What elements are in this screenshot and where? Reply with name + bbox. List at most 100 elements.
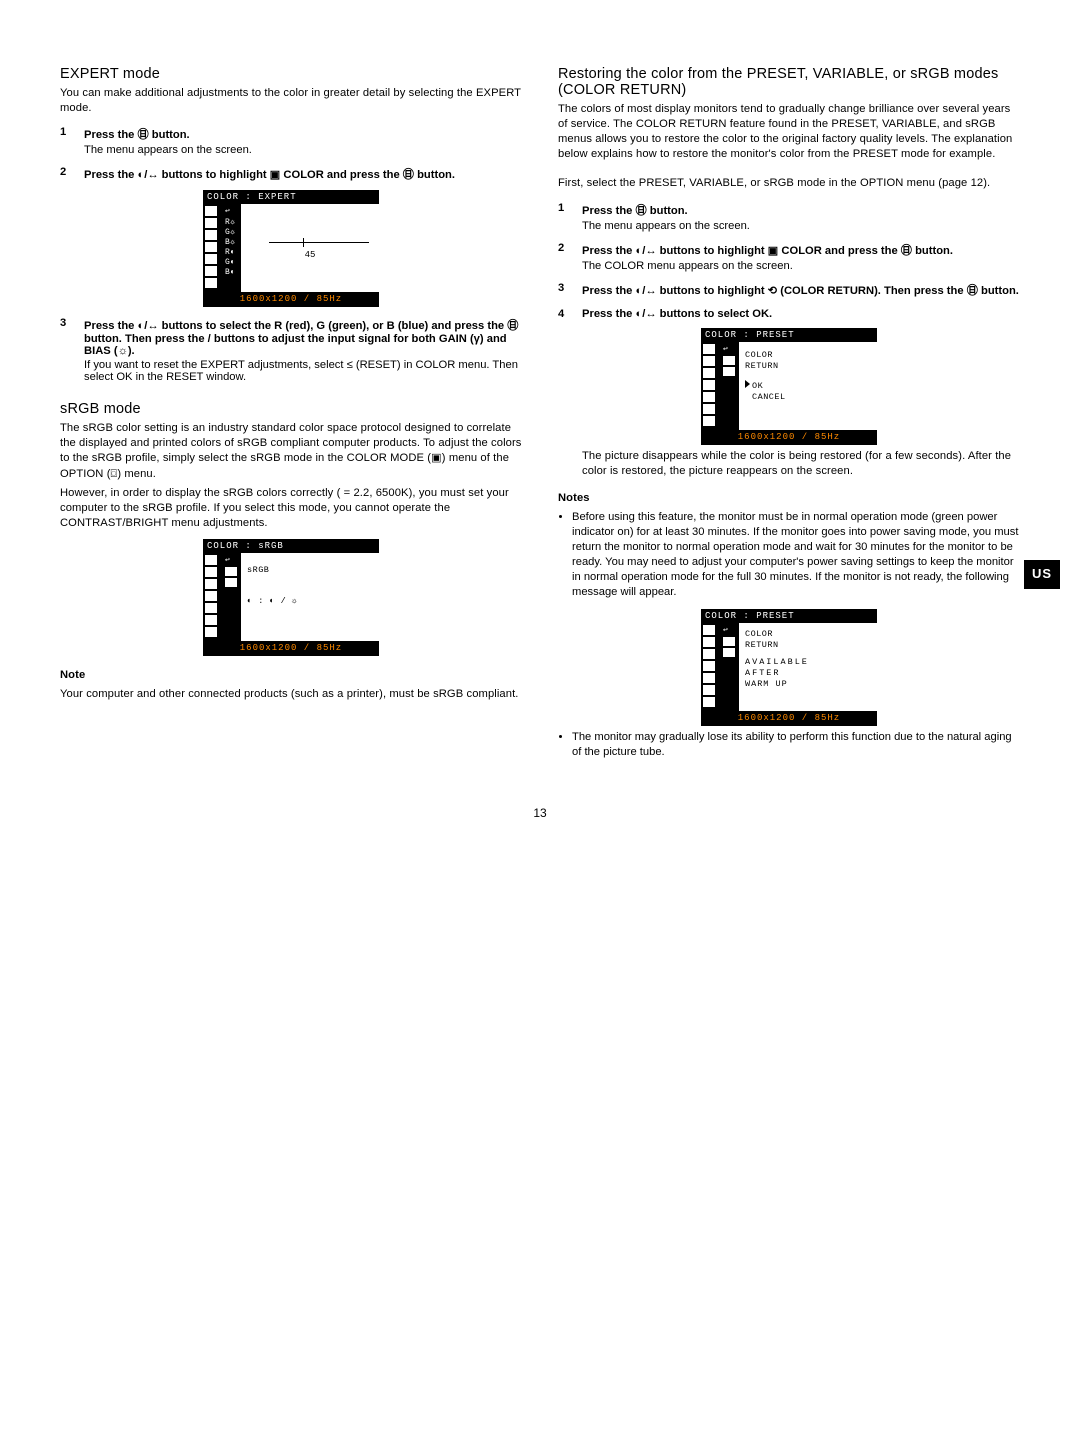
osd-line: COLOR: [745, 350, 871, 361]
step-text: Press the ◐/↔ buttons to highlight ▣ COL…: [84, 169, 455, 181]
menu-icon: [703, 380, 715, 390]
menu-inner-icon: [723, 637, 735, 646]
osd-sidebar: [203, 204, 223, 292]
step-text: Press the ◐/↔ buttons to highlight ⟲ (CO…: [582, 285, 1019, 297]
expert-step-2: 2 Press the ◐/↔ buttons to highlight ▣ C…: [60, 166, 522, 182]
restore-step-2: 2 Press the ◐/↔ buttons to highlight ▣ C…: [558, 242, 1020, 272]
osd-title: COLOR : sRGB: [203, 539, 379, 553]
menu-icon: [205, 242, 217, 252]
osd-ok: OK: [752, 381, 763, 391]
menu-icon: [703, 649, 715, 659]
menu-icon: [703, 404, 715, 414]
note-item: Before using this feature, the monitor m…: [572, 510, 1020, 601]
osd-slider: [269, 242, 369, 243]
step-text: Press the ◐/↔ buttons to select OK.: [582, 308, 772, 320]
note-heading: Note: [60, 668, 522, 683]
restore-title: Restoring the color from the PRESET, VAR…: [558, 66, 1020, 98]
menu-icon: [205, 206, 217, 216]
menu-icon: [205, 278, 217, 288]
osd-line: RETURN: [745, 640, 871, 651]
osd-footer: 1600x1200 / 85Hz: [203, 641, 379, 656]
osd-main-area: COLOR RETURN OK CANCEL: [739, 342, 877, 430]
menu-icon: [703, 685, 715, 695]
osd-srgb-label: sRGB: [247, 565, 373, 576]
menu-icon: [205, 266, 217, 276]
menu-inner-icon: [225, 578, 237, 587]
step-subtext: The COLOR menu appears on the screen.: [582, 260, 1020, 272]
osd-main-area: sRGB ◐ : ◐ / ☼: [241, 553, 379, 641]
menu-inner-icon: [723, 367, 735, 376]
osd-title: COLOR : PRESET: [701, 328, 877, 342]
caret-icon: [745, 380, 750, 388]
srgb-p1: The sRGB color setting is an industry st…: [60, 421, 522, 481]
step-text: Press the ◐/↔ buttons to select the R (r…: [84, 320, 518, 357]
osd-line: AFTER: [745, 668, 871, 679]
osd-expert: COLOR : EXPERT ↩ R☼ G☼ B☼ R◐ G◐ B◐: [203, 190, 379, 307]
osd-footer: 1600x1200 / 85Hz: [203, 292, 379, 307]
menu-icon: [703, 637, 715, 647]
osd-line: RETURN: [745, 361, 871, 372]
menu-icon: [703, 368, 715, 378]
osd-footer: 1600x1200 / 85Hz: [701, 430, 877, 445]
osd-preset-warmup: COLOR : PRESET ↩: [701, 609, 877, 726]
menu-inner-icon: [225, 567, 237, 576]
step-text: Press the ㊐ button.: [84, 129, 190, 141]
menu-icon: [205, 615, 217, 625]
notes-heading: Notes: [558, 491, 1020, 506]
menu-inner-icon: [723, 356, 735, 365]
menu-icon: [703, 673, 715, 683]
osd-sidebar: [701, 342, 721, 430]
restore-step-3: 3 Press the ◐/↔ buttons to highlight ⟲ (…: [558, 282, 1020, 298]
restore-step-1: 1 Press the ㊐ button. The menu appears o…: [558, 202, 1020, 232]
osd-footer: 1600x1200 / 85Hz: [701, 711, 877, 726]
osd-inner-sidebar: ↩ R☼ G☼ B☼ R◐ G◐ B◐: [223, 204, 241, 292]
step-text: Press the ㊐ button.: [582, 205, 688, 217]
osd-main-area: COLOR RETURN AVAILABLE AFTER WARM UP: [739, 623, 877, 711]
step-number: 1: [60, 126, 74, 156]
step-number: 4: [558, 308, 572, 320]
menu-icon: [703, 344, 715, 354]
osd-line: AVAILABLE: [745, 657, 871, 668]
menu-icon: [205, 603, 217, 613]
osd-preset-ok: COLOR : PRESET ↩: [701, 328, 877, 445]
restore-after-osd: The picture disappears while the color i…: [558, 449, 1020, 479]
osd-bottom-row: ◐ : ◐ / ☼: [247, 596, 373, 607]
menu-icon: [205, 591, 217, 601]
osd-inner-sidebar: ↩: [223, 553, 241, 641]
menu-icon: [205, 579, 217, 589]
step-number: 2: [558, 242, 572, 272]
menu-icon: [703, 356, 715, 366]
menu-icon: [205, 218, 217, 228]
menu-icon: [703, 416, 715, 426]
osd-line: WARM UP: [745, 679, 871, 690]
step-number: 1: [558, 202, 572, 232]
osd-slider-value: 45: [241, 250, 379, 260]
restore-step-4: 4 Press the ◐/↔ buttons to select OK.: [558, 308, 1020, 320]
expert-step-1: 1 Press the ㊐ button. The menu appears o…: [60, 126, 522, 156]
srgb-p2: However, in order to display the sRGB co…: [60, 486, 522, 531]
note-body: Your computer and other connected produc…: [60, 687, 522, 702]
menu-icon: [205, 627, 217, 637]
osd-channel-labels: R☼ G☼ B☼ R◐ G◐ B◐: [225, 218, 239, 278]
menu-icon: [205, 254, 217, 264]
restore-prestep: First, select the PRESET, VARIABLE, or s…: [558, 176, 1020, 191]
osd-inner-sidebar: ↩: [721, 623, 739, 711]
osd-sidebar: [203, 553, 223, 641]
osd-line: COLOR: [745, 629, 871, 640]
left-column: EXPERT mode You can make additional adju…: [60, 60, 522, 766]
menu-icon: [703, 697, 715, 707]
step-subtext: The menu appears on the screen.: [582, 220, 1020, 232]
step-number: 3: [60, 317, 74, 383]
menu-icon: [703, 625, 715, 635]
menu-icon: [703, 661, 715, 671]
page-number: 13: [60, 806, 1020, 820]
osd-srgb: COLOR : sRGB ↩: [203, 539, 379, 656]
restore-intro: The colors of most display monitors tend…: [558, 102, 1020, 162]
note-item: The monitor may gradually lose its abili…: [572, 730, 1020, 760]
step-number: 2: [60, 166, 74, 182]
osd-title: COLOR : EXPERT: [203, 190, 379, 204]
expert-title: EXPERT mode: [60, 66, 522, 82]
right-column: Restoring the color from the PRESET, VAR…: [558, 60, 1020, 766]
expert-step-3: 3 Press the ◐/↔ buttons to select the R …: [60, 317, 522, 383]
osd-inner-sidebar: ↩: [721, 342, 739, 430]
